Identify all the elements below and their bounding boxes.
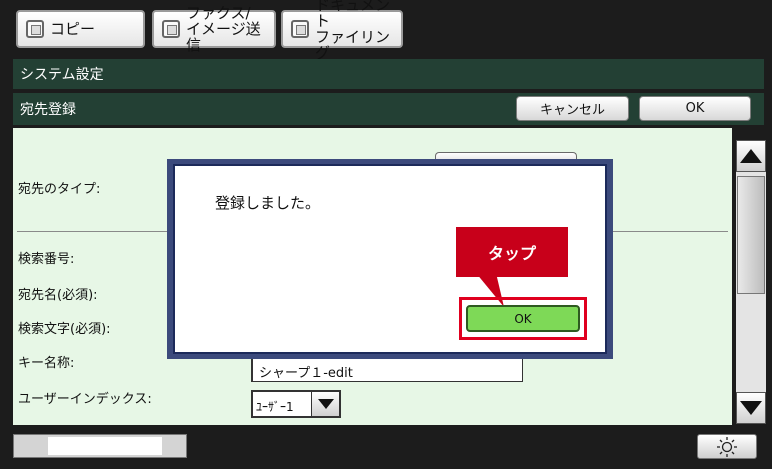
brightness-icon <box>717 436 737 457</box>
status-bar <box>0 425 772 469</box>
destination-registration-title: 宛先登録 <box>20 102 76 118</box>
fax-icon <box>162 20 180 38</box>
scroll-thumb[interactable] <box>737 176 765 294</box>
system-settings-bar: システム設定 <box>13 59 764 89</box>
scroll-up-button[interactable] <box>736 140 766 172</box>
key-name-label: キー名称: <box>18 356 75 371</box>
destination-type-label: 宛先のタイプ: <box>18 182 101 197</box>
search-number-label: 検索番号: <box>18 252 75 267</box>
tap-callout: タップ <box>456 227 568 277</box>
user-index-label: ユーザーインデックス: <box>18 392 152 407</box>
scrollbar[interactable] <box>736 140 766 424</box>
dialog-ok-button[interactable]: OK <box>466 305 580 332</box>
dialog-message: 登録しました。 <box>215 194 321 212</box>
tab-fax-label: ファクス/ イメージ送信 <box>186 4 261 54</box>
chevron-down-icon[interactable] <box>311 392 339 416</box>
search-text-label: 検索文字(必須): <box>18 322 111 337</box>
document-filing-icon <box>291 20 309 38</box>
tab-document-filing[interactable]: ドキュメント ファイリング <box>281 0 403 61</box>
scroll-down-button[interactable] <box>736 392 766 424</box>
key-name-field[interactable]: シャープ１-edit <box>251 357 523 382</box>
arrow-down-icon <box>740 401 762 415</box>
user-index-value: ﾕｰｻﾞｰ1 <box>256 400 294 414</box>
arrow-up-icon <box>740 149 762 163</box>
job-status-button[interactable] <box>13 434 187 458</box>
system-settings-title: システム設定 <box>20 67 104 83</box>
user-index-select[interactable]: ﾕｰｻﾞｰ1 <box>251 390 341 418</box>
copy-icon <box>26 20 44 38</box>
tab-document-filing-label: ドキュメント ファイリング <box>315 0 391 62</box>
cancel-button[interactable]: キャンセル <box>516 96 629 121</box>
tab-copy[interactable]: コピー <box>16 10 145 48</box>
brightness-button[interactable] <box>697 434 757 459</box>
tab-fax-image-send[interactable]: ファクス/ イメージ送信 <box>152 5 276 53</box>
copier-control-panel: コピー ファクス/ イメージ送信 ドキュメント ファイリング システム設定 宛先… <box>0 0 772 469</box>
destination-name-label: 宛先名(必須): <box>18 288 98 303</box>
job-status-indicator <box>48 437 162 455</box>
ok-button[interactable]: OK <box>639 96 751 121</box>
tab-copy-label: コピー <box>50 20 96 38</box>
